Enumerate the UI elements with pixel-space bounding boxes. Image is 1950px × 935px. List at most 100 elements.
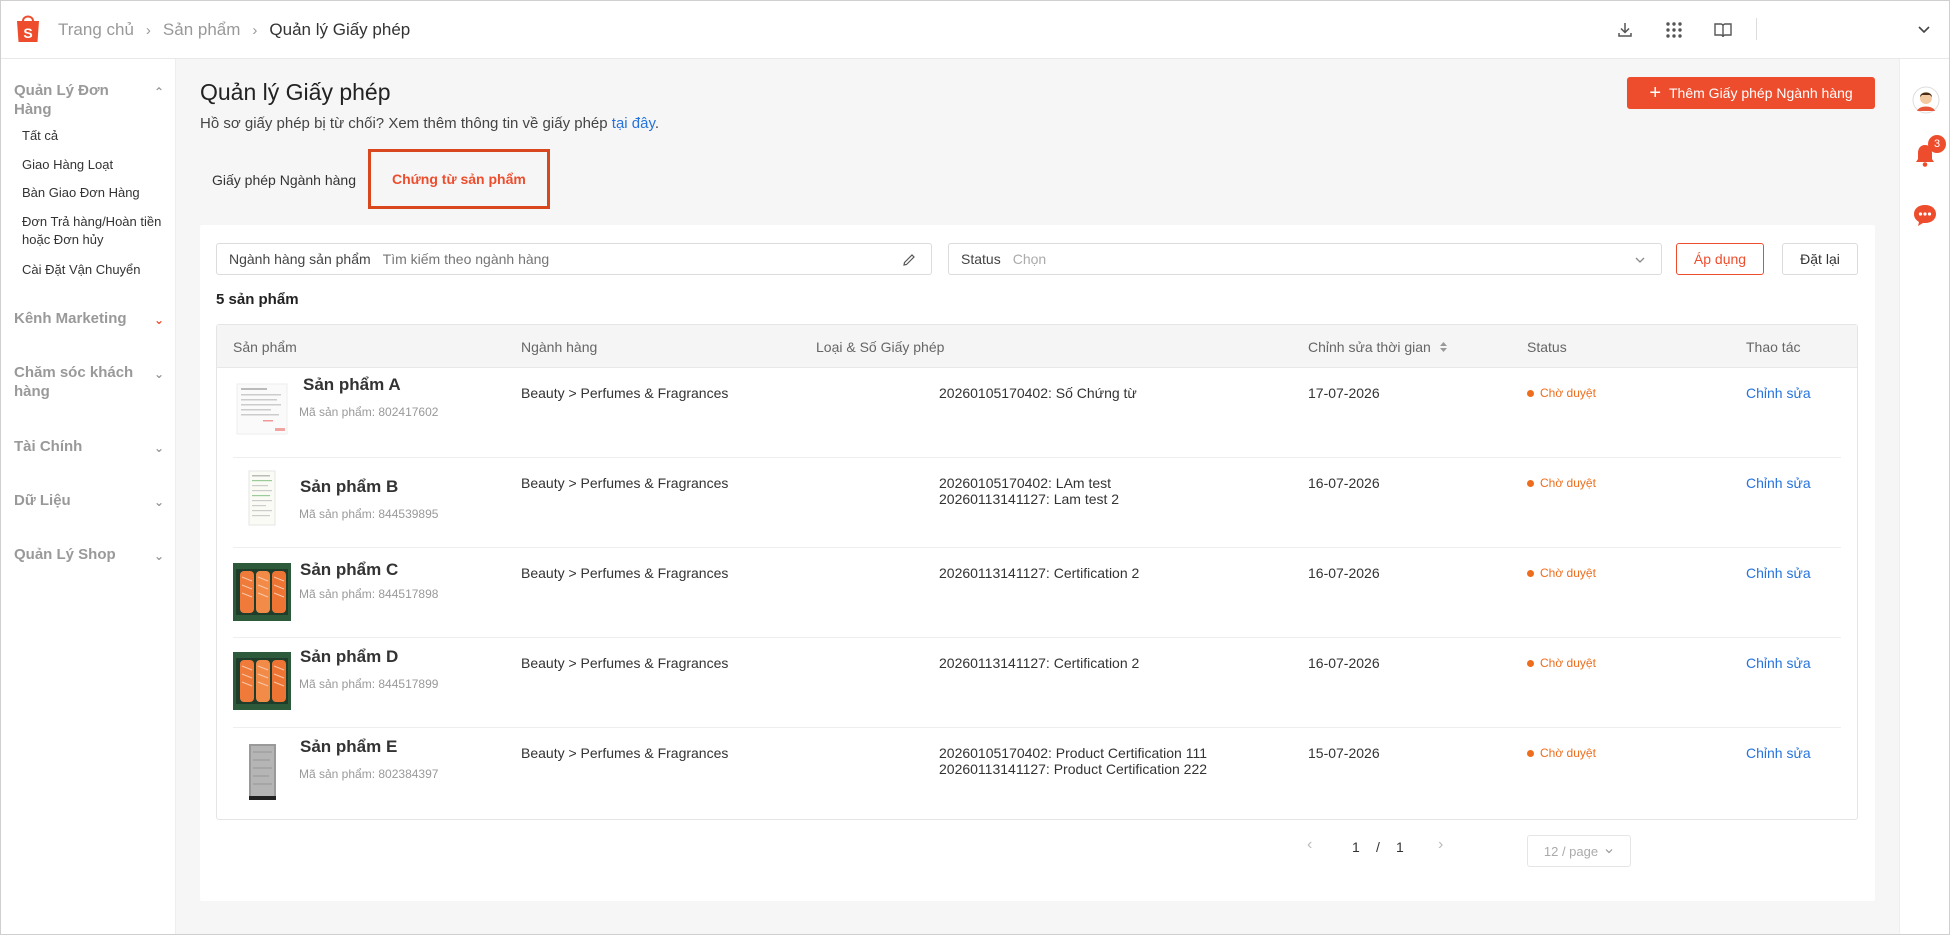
page-size-value: 12 / page: [1543, 843, 1599, 859]
status-badge: Chờ duyệt: [1527, 656, 1596, 670]
status-badge: Chờ duyệt: [1527, 566, 1596, 580]
product-count: 5 sản phẩm: [216, 291, 299, 308]
page-size-select[interactable]: 12 / page: [1527, 835, 1631, 867]
product-thumbnail-salmon: [233, 652, 291, 710]
product-name[interactable]: Sản phẩm A: [303, 375, 401, 395]
svg-text:S: S: [23, 25, 32, 41]
page-separator: /: [1376, 839, 1380, 855]
category-cell: Beauty > Perfumes & Fragrances: [521, 655, 729, 671]
chevron-down-icon[interactable]: [1914, 20, 1934, 40]
product-id: Mã sản phẩm: 802384397: [299, 767, 439, 781]
sidebar-group-label: Quản Lý Shop: [14, 546, 116, 563]
tab-bar: Giấy phép Ngành hàng Chứng từ sản phẩm: [200, 149, 550, 209]
license-line: 20260113141127: Certification 2: [939, 655, 1140, 671]
total-pages: 1: [1396, 839, 1404, 855]
product-name[interactable]: Sản phẩm E: [300, 737, 397, 757]
status-filter[interactable]: Status Chọn: [948, 243, 1662, 275]
edit-link[interactable]: Chỉnh sửa: [1746, 385, 1811, 401]
col-status: Status: [1527, 339, 1567, 355]
shopee-logo-icon[interactable]: S: [14, 12, 42, 44]
category-search-input[interactable]: [382, 251, 883, 267]
status-badge: Chờ duyệt: [1527, 386, 1596, 400]
edit-link[interactable]: Chỉnh sửa: [1746, 475, 1811, 491]
edit-link[interactable]: Chỉnh sửa: [1746, 745, 1811, 761]
product-id: Mã sản phẩm: 802417602: [299, 405, 439, 419]
sidebar-item-bulk-shipping[interactable]: Giao Hàng Loạt: [22, 156, 162, 174]
sort-icon[interactable]: [1439, 341, 1448, 353]
col-updated-label: Chỉnh sửa thời gian: [1308, 339, 1431, 355]
sidebar-group-orders[interactable]: Quản Lý Đơn Hàng ⌃: [14, 81, 164, 119]
sidebar-group-data[interactable]: Dữ Liệu ⌄: [14, 491, 164, 510]
sidebar-group-label: Kênh Marketing: [14, 310, 127, 327]
license-line: 20260113141127: Product Certification 22…: [939, 761, 1208, 777]
pencil-icon[interactable]: [901, 252, 917, 268]
status-dot-icon: [1527, 659, 1534, 667]
status-select-value[interactable]: Chọn: [1001, 251, 1046, 267]
table-row: Sản phẩm C Mã sản phẩm: 844517898 Beauty…: [217, 548, 1857, 638]
add-license-button[interactable]: + Thêm Giấy phép Ngành hàng: [1627, 77, 1875, 109]
col-action: Thao tác: [1746, 339, 1801, 355]
apply-button[interactable]: Áp dụng: [1676, 243, 1764, 275]
prev-page-icon[interactable]: ‹: [1307, 836, 1312, 854]
sidebar-group-label: Chăm sóc khách hàng: [14, 364, 134, 400]
product-thumbnail-receipt: [233, 469, 291, 527]
sidebar-item-handover[interactable]: Bàn Giao Đơn Hàng: [22, 184, 162, 202]
reset-button[interactable]: Đặt lại: [1782, 243, 1858, 275]
next-page-icon[interactable]: ›: [1438, 836, 1443, 854]
chevron-down-icon: ⌄: [153, 313, 164, 327]
edit-link[interactable]: Chỉnh sửa: [1746, 565, 1811, 581]
subtitle-suffix: .: [654, 115, 660, 132]
sidebar-group-label: Tài Chính: [14, 438, 83, 455]
license-line: 20260105170402: LAm test: [939, 475, 1112, 491]
list-card: Ngành hàng sản phẩm Status Chọn Áp dụng …: [200, 225, 1875, 901]
sidebar-item-returns[interactable]: Đơn Trả hàng/Hoàn tiền hoặc Đơn hủy: [22, 213, 162, 249]
download-icon[interactable]: [1615, 20, 1635, 40]
license-line: 20260105170402: Số Chứng từ: [939, 385, 1137, 401]
plus-icon: +: [1649, 82, 1661, 104]
product-thumbnail-bottle: [233, 742, 291, 800]
col-updated[interactable]: Chỉnh sửa thời gian: [1308, 339, 1448, 355]
breadcrumb-home[interactable]: Trang chủ: [58, 20, 134, 40]
sidebar-group-marketing[interactable]: Kênh Marketing ⌄: [14, 309, 164, 328]
sidebar-group-shop[interactable]: Quản Lý Shop ⌄: [14, 545, 164, 564]
col-category: Ngành hàng: [521, 339, 598, 355]
status-text: Chờ duyệt: [1540, 656, 1596, 670]
category-cell: Beauty > Perfumes & Fragrances: [521, 565, 729, 581]
product-id: Mã sản phẩm: 844517898: [299, 587, 439, 601]
chevron-down-icon: ⌄: [153, 495, 164, 509]
book-icon[interactable]: [1713, 20, 1733, 40]
notification-badge: 3: [1928, 135, 1946, 153]
chevron-right-icon: ›: [252, 21, 258, 39]
status-dot-icon: [1527, 749, 1534, 757]
tab-product-certificate[interactable]: Chứng từ sản phẩm: [368, 149, 550, 209]
sidebar-group-finance[interactable]: Tài Chính ⌄: [14, 437, 164, 456]
product-thumbnail-document: [233, 380, 291, 438]
product-name[interactable]: Sản phẩm C: [300, 560, 398, 580]
category-filter[interactable]: Ngành hàng sản phẩm: [216, 243, 932, 275]
updated-date: 16-07-2026: [1308, 655, 1380, 671]
tab-industry-license[interactable]: Giấy phép Ngành hàng: [200, 149, 368, 209]
status-badge: Chờ duyệt: [1527, 746, 1596, 760]
sidebar-group-label: Dữ Liệu: [14, 492, 71, 509]
chevron-down-icon: ⌄: [153, 441, 164, 455]
status-badge: Chờ duyệt: [1527, 476, 1596, 490]
product-name[interactable]: Sản phẩm B: [300, 477, 398, 497]
sidebar-item-shipping-settings[interactable]: Cài Đặt Vận Chuyển: [22, 261, 162, 279]
status-text: Chờ duyệt: [1540, 746, 1596, 760]
breadcrumb-products[interactable]: Sản phẩm: [163, 20, 241, 40]
status-text: Chờ duyệt: [1540, 386, 1596, 400]
product-id: Mã sản phẩm: 844517899: [299, 677, 439, 691]
sidebar-item-all[interactable]: Tất cả: [22, 127, 162, 145]
edit-link[interactable]: Chỉnh sửa: [1746, 655, 1811, 671]
status-text: Chờ duyệt: [1540, 566, 1596, 580]
table-row: Sản phẩm A Mã sản phẩm: 802417602 Beauty…: [217, 368, 1857, 458]
chat-icon[interactable]: [1912, 203, 1938, 227]
apps-grid-icon[interactable]: [1664, 20, 1684, 40]
avatar[interactable]: [1912, 86, 1940, 114]
product-name[interactable]: Sản phẩm D: [300, 647, 398, 667]
help-link[interactable]: tại đây: [612, 115, 655, 132]
current-page[interactable]: 1: [1352, 839, 1360, 855]
sidebar-group-label: Quản Lý Đơn Hàng: [14, 82, 109, 118]
col-product: Sản phẩm: [233, 339, 297, 355]
sidebar-group-customer-care[interactable]: Chăm sóc khách hàng ⌄: [14, 363, 164, 401]
